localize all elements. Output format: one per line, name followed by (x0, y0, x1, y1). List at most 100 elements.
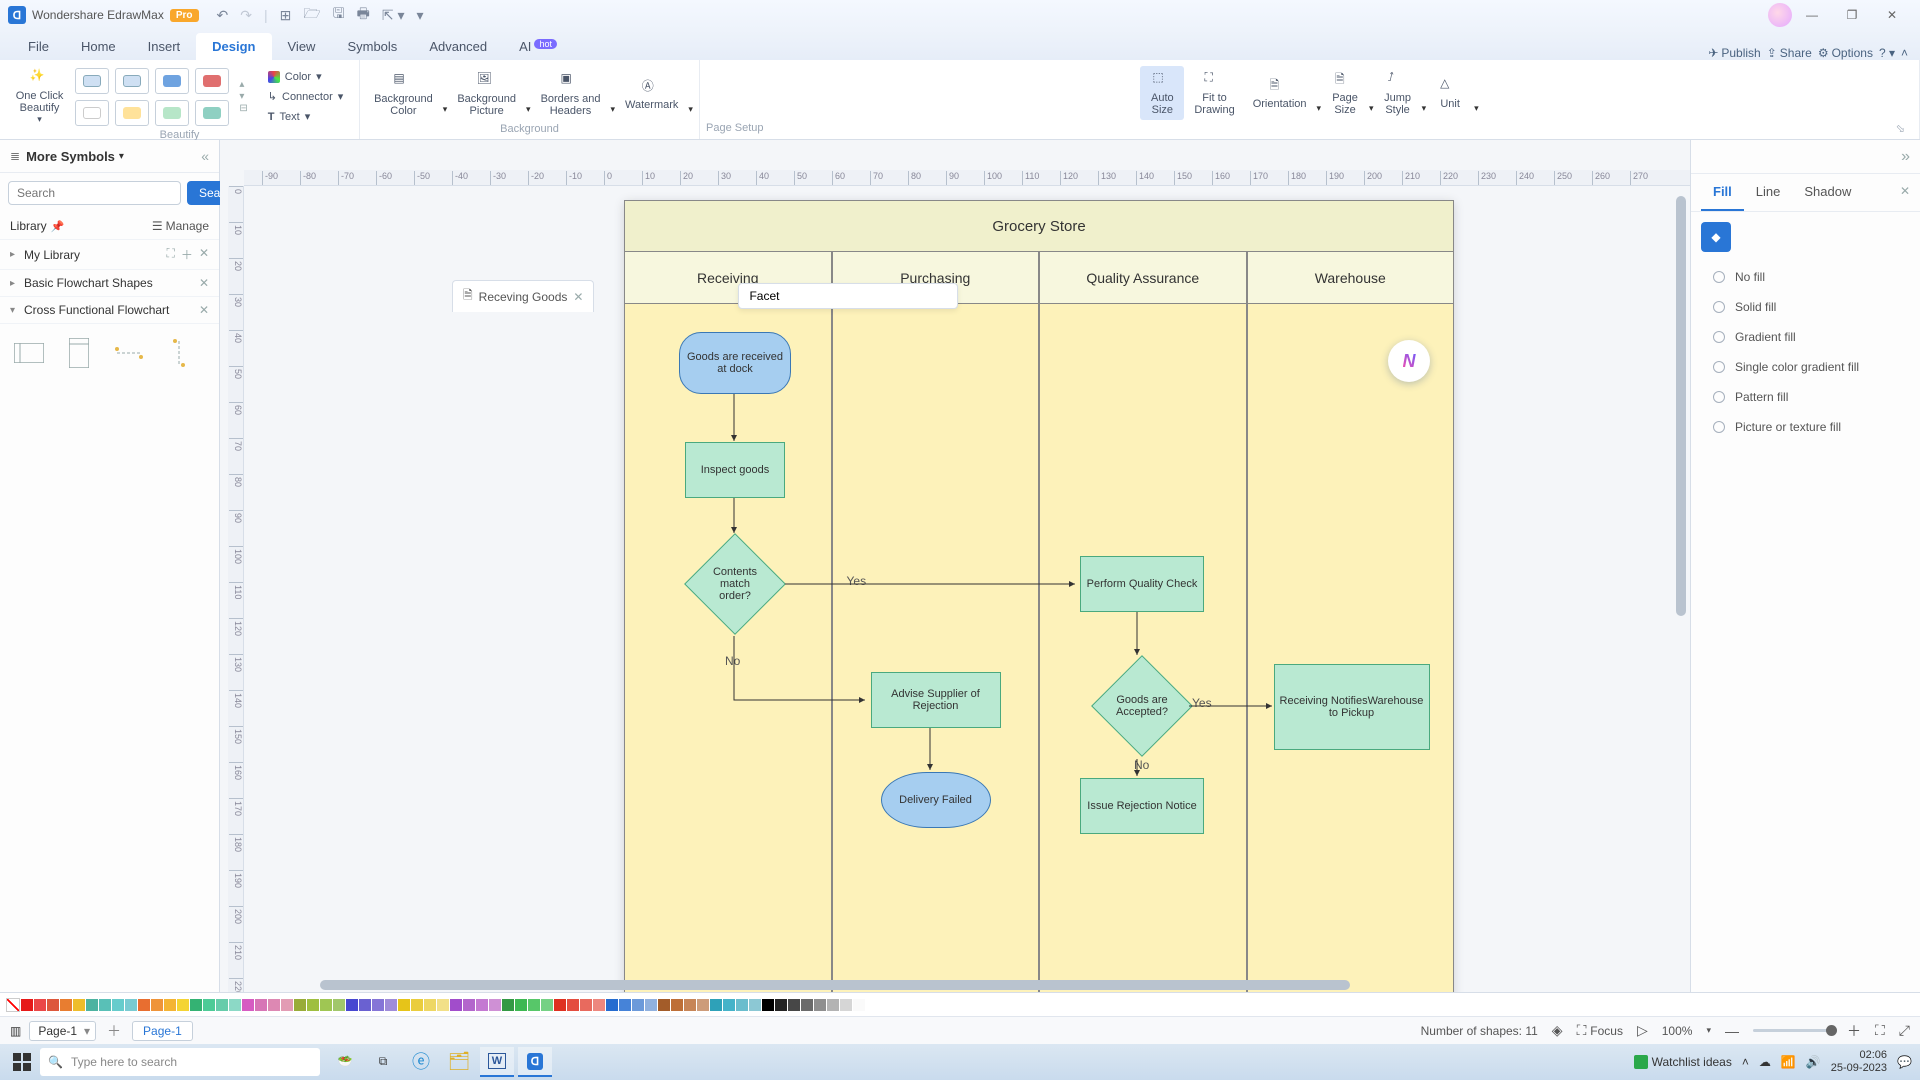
shape-horiz-pool[interactable] (10, 334, 48, 372)
lane-head-2[interactable]: Quality Assurance (1039, 252, 1247, 304)
watchlist[interactable]: Watchlist ideas (1634, 1055, 1732, 1069)
my-library-section[interactable]: ▸My Library ⛶＋✕ (0, 240, 219, 270)
pin-icon[interactable]: 📌 (51, 220, 65, 233)
node-goods-received[interactable]: Goods are received at dock (679, 332, 791, 394)
color-swatch[interactable] (515, 999, 527, 1011)
one-click-beautify[interactable]: ✨One Click Beautify▾ (8, 64, 72, 129)
zoom-out[interactable]: — (1725, 1023, 1739, 1039)
opt-picture-fill[interactable]: Picture or texture fill (1691, 412, 1920, 442)
tray-volume-icon[interactable]: 🔊 (1806, 1055, 1821, 1069)
tray-wifi-icon[interactable]: 📶 (1781, 1055, 1796, 1069)
color-swatch[interactable] (502, 999, 514, 1011)
app-explorer[interactable]: 🗂 (442, 1047, 476, 1077)
tray-overflow-icon[interactable]: ˄ (1742, 1055, 1749, 1069)
app-taskview[interactable]: ⧉ (366, 1047, 400, 1077)
layers-icon[interactable]: ◈ (1552, 1022, 1563, 1039)
color-swatch[interactable] (619, 999, 631, 1011)
doc-close-icon[interactable]: ✕ (573, 290, 583, 304)
save-icon[interactable]: 🖫 (333, 3, 345, 27)
color-swatch[interactable] (268, 999, 280, 1011)
color-swatch[interactable] (229, 999, 241, 1011)
page-select[interactable]: Page-1 (29, 1021, 96, 1041)
manage-button[interactable]: ☰Manage (152, 219, 209, 233)
color-swatch[interactable] (294, 999, 306, 1011)
color-swatch[interactable] (567, 999, 579, 1011)
color-swatch[interactable] (216, 999, 228, 1011)
options-button[interactable]: ⚙ Options (1818, 46, 1873, 60)
style-6[interactable] (115, 100, 149, 126)
borders-headers[interactable]: ▣Borders and Headers (533, 67, 609, 121)
theme-color[interactable]: Color ▾ (260, 67, 330, 86)
style-2[interactable] (115, 68, 149, 94)
shape-separator-h[interactable] (110, 334, 148, 372)
lib-add-icon[interactable]: ＋ (181, 246, 193, 263)
style-8[interactable] (195, 100, 229, 126)
pagesetup-launcher[interactable]: ⬂ (1896, 122, 1913, 135)
tab-ai[interactable]: AIhot (503, 33, 573, 60)
ai-assistant-button[interactable]: N (1388, 340, 1430, 382)
bg-picture[interactable]: 🖼Background Picture (449, 67, 524, 121)
document-tab[interactable]: 🗎Receving Goods✕ (452, 280, 594, 312)
color-swatch[interactable] (125, 999, 137, 1011)
gray-swatch[interactable] (827, 999, 839, 1011)
taskbar-search[interactable]: 🔍Type here to search (40, 1048, 320, 1076)
bg-color[interactable]: ▤Background Color (366, 67, 441, 121)
color-swatch[interactable] (463, 999, 475, 1011)
color-swatch[interactable] (242, 999, 254, 1011)
close-button[interactable]: ✕ (1872, 8, 1912, 22)
app-word[interactable]: W (480, 1047, 514, 1077)
tab-view[interactable]: View (272, 33, 332, 60)
color-swatch[interactable] (476, 999, 488, 1011)
color-swatch[interactable] (203, 999, 215, 1011)
color-swatch[interactable] (346, 999, 358, 1011)
panel-collapse-icon[interactable]: « (201, 148, 209, 164)
color-swatch[interactable] (21, 999, 33, 1011)
color-swatch[interactable] (632, 999, 644, 1011)
color-swatch[interactable] (749, 999, 761, 1011)
page[interactable]: Grocery Store Receiving Purchasing Quali… (624, 200, 1454, 992)
opt-pattern-fill[interactable]: Pattern fill (1691, 382, 1920, 412)
tab-design[interactable]: Design (196, 33, 271, 60)
opt-no-fill[interactable]: No fill (1691, 262, 1920, 292)
tab-symbols[interactable]: Symbols (331, 33, 413, 60)
export-icon[interactable]: ⇱ ▾ (382, 7, 405, 24)
panel-close-icon[interactable]: ✕ (1900, 184, 1910, 198)
new-icon[interactable]: ⊞ (280, 7, 292, 24)
zoom-in[interactable]: ＋ (1847, 1021, 1861, 1041)
color-swatch[interactable] (450, 999, 462, 1011)
node-contents-match[interactable]: Contents match order? (684, 533, 786, 635)
panel-expand-icon[interactable]: » (1691, 140, 1920, 174)
lib-close-icon[interactable]: ✕ (199, 246, 209, 263)
publish-button[interactable]: ✈ Publish (1708, 46, 1760, 60)
color-swatch[interactable] (385, 999, 397, 1011)
node-rejection-notice[interactable]: Issue Rejection Notice (1080, 778, 1204, 834)
fit-drawing[interactable]: ⛶Fit to Drawing (1186, 66, 1242, 120)
color-swatch[interactable] (372, 999, 384, 1011)
color-swatch[interactable] (710, 999, 722, 1011)
tray-onedrive-icon[interactable]: ☁ (1759, 1055, 1771, 1069)
app-salad[interactable]: 🥗 (328, 1047, 362, 1077)
node-delivery-failed[interactable]: Delivery Failed (881, 772, 991, 828)
fullscreen-icon[interactable]: ⤢ (1899, 1022, 1910, 1039)
color-swatch[interactable] (489, 999, 501, 1011)
color-swatch[interactable] (424, 999, 436, 1011)
color-swatch[interactable] (554, 999, 566, 1011)
user-avatar[interactable] (1768, 3, 1792, 27)
undo-icon[interactable]: ↶ (217, 7, 229, 24)
color-swatch[interactable] (47, 999, 59, 1011)
no-color[interactable] (6, 998, 20, 1012)
color-swatch[interactable] (138, 999, 150, 1011)
gray-swatch[interactable] (814, 999, 826, 1011)
tab-fill[interactable]: Fill (1701, 174, 1744, 211)
more-qat-icon[interactable]: ▾ (417, 7, 424, 24)
node-quality-check[interactable]: Perform Quality Check (1080, 556, 1204, 612)
cross-close-icon[interactable]: ✕ (199, 303, 209, 317)
color-swatch[interactable] (359, 999, 371, 1011)
style-5[interactable] (75, 100, 109, 126)
orientation[interactable]: 🗎Orientation (1245, 72, 1315, 114)
color-swatch[interactable] (255, 999, 267, 1011)
color-swatch[interactable] (541, 999, 553, 1011)
swimlane-title[interactable]: Grocery Store (624, 200, 1454, 252)
node-goods-accepted[interactable]: Goods are Accepted? (1091, 655, 1193, 757)
tray-notifications-icon[interactable]: 💬 (1897, 1055, 1912, 1069)
